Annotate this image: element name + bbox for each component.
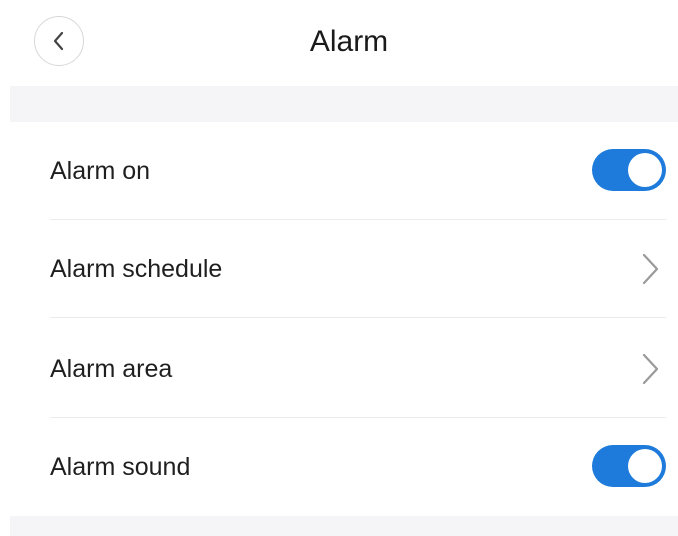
section-spacer	[10, 516, 678, 536]
alarm-sound-row: Alarm sound	[10, 418, 678, 516]
divider	[50, 317, 666, 318]
alarm-schedule-row[interactable]: Alarm schedule	[10, 220, 678, 318]
chevron-right-icon	[640, 252, 660, 286]
page-title: Alarm	[309, 25, 389, 58]
alarm-on-label: Alarm on	[50, 157, 151, 185]
navigation-header: Alarm	[0, 0, 678, 86]
toggle-knob	[628, 153, 662, 187]
alarm-area-label: Alarm area	[50, 355, 173, 383]
alarm-schedule-label: Alarm schedule	[50, 255, 223, 283]
alarm-sound-label: Alarm sound	[50, 453, 191, 481]
toggle-knob	[628, 449, 662, 483]
alarm-on-toggle[interactable]	[592, 149, 666, 191]
alarm-area-row[interactable]: Alarm area	[10, 320, 678, 418]
chevron-right-icon	[640, 352, 660, 386]
settings-list: Alarm on Alarm schedule Alarm area Alarm…	[10, 122, 678, 516]
alarm-on-row: Alarm on	[10, 122, 678, 220]
alarm-sound-toggle[interactable]	[592, 445, 666, 487]
section-spacer	[10, 86, 678, 122]
